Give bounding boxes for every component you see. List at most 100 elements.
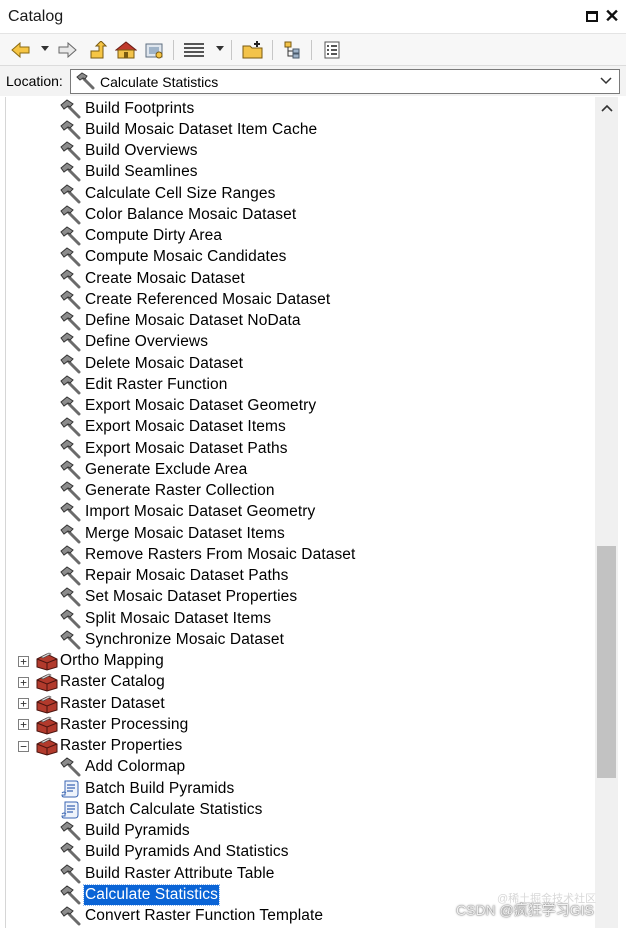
hammer-icon [60,459,84,480]
tool-item[interactable]: Build Overviews [60,141,199,162]
tool-item[interactable]: Repair Mosaic Dataset Paths [60,566,289,587]
scroll-thumb[interactable] [597,546,616,778]
tool-item[interactable]: Batch Build Pyramids [60,778,235,799]
tree-item-label: Build Footprints [85,99,195,117]
tree-item-label: Raster Catalog [60,673,165,691]
connect-folder-button[interactable] [143,39,165,61]
tree-item-label: Build Pyramids [85,822,190,839]
options-icon [324,41,340,59]
tree-item-label: Build Raster Attribute Table [85,864,275,882]
tool-item[interactable]: Split Mosaic Dataset Items [60,608,272,629]
toolset-item[interactable]: + Raster Catalog [18,672,166,693]
tool-item[interactable]: Export Mosaic Dataset Items [60,417,287,438]
tool-item[interactable]: Generate Raster Collection [60,481,276,502]
tool-item[interactable]: Calculate Statistics [60,883,220,906]
tool-item[interactable]: Build Pyramids [60,821,191,842]
tree-item-label: Batch Calculate Statistics [85,800,263,818]
close-icon: ✕ [604,6,620,26]
tree-item-label: Compute Dirty Area [85,227,223,244]
location-value: Calculate Statistics [100,74,219,90]
forward-button[interactable] [56,39,78,61]
tree-item-label: Build Seamlines [85,163,198,181]
panel-title-bar[interactable]: Catalog ✕ [0,0,626,34]
hammer-icon [60,289,84,310]
tool-item[interactable]: Batch Calculate Statistics [60,799,263,820]
tool-item[interactable]: Edit Raster Function [60,374,228,395]
tool-item[interactable]: Generate Exclude Area [60,459,248,480]
tool-item[interactable]: Build Pyramids And Statistics [60,842,290,863]
tree-item-label: Remove Rasters From Mosaic Dataset [85,545,356,563]
restore-button[interactable] [584,8,600,24]
location-combobox[interactable]: Calculate Statistics [70,69,620,94]
add-item-button[interactable] [242,39,264,61]
tool-item[interactable]: Define Mosaic Dataset NoData [60,311,302,332]
connect-folder-icon [145,43,163,59]
tool-item[interactable]: Color Balance Mosaic Dataset [60,204,297,225]
hammer-icon [60,247,84,268]
up-one-level-button[interactable] [88,39,110,61]
tool-item[interactable]: Export Mosaic Dataset Paths [60,438,289,459]
tree-item-label: Synchronize Mosaic Dataset [85,630,285,648]
options-button[interactable] [321,39,343,61]
view-dropdown-button[interactable] [216,46,224,51]
hammer-icon [60,311,84,332]
expand-toggle[interactable]: + [18,698,29,709]
expand-toggle[interactable]: + [18,676,29,688]
hammer-icon [60,438,84,459]
toolset-icon [35,736,59,757]
tree-item-label: Color Balance Mosaic Dataset [85,205,297,223]
tool-item[interactable]: Calculate Cell Size Ranges [60,183,276,204]
toolset-item[interactable]: + Ortho Mapping [18,651,165,672]
tree-item-label: Convert Raster Function Template [85,907,324,924]
back-icon [11,42,30,58]
home-folder-icon [115,41,137,59]
scroll-up-button[interactable] [595,97,618,119]
tree-item-label: Add Colormap [85,758,186,776]
toggle-contents-button[interactable] [282,39,304,61]
tree-item-label: Generate Exclude Area [85,460,248,478]
add-item-icon [242,41,263,59]
collapse-toggle[interactable]: − [18,740,29,752]
hammer-icon [60,502,84,523]
tool-item[interactable]: Create Referenced Mosaic Dataset [60,289,331,310]
tree-item-label: Export Mosaic Dataset Items [85,418,286,436]
tree-item-label: Merge Mosaic Dataset Items [85,524,285,542]
back-dropdown-button[interactable] [41,46,49,51]
tool-item[interactable]: Compute Dirty Area [60,226,223,247]
expand-toggle[interactable]: + [18,719,29,731]
tool-item[interactable]: Build Mosaic Dataset Item Cache [60,119,318,140]
tree-item-label: Build Overviews [85,142,198,159]
script-icon [60,778,84,799]
tool-item[interactable]: Compute Mosaic Candidates [60,247,288,268]
tool-item[interactable]: Export Mosaic Dataset Geometry [60,396,317,417]
expand-toggle[interactable]: + [18,655,29,667]
toolset-icon [35,693,59,714]
tool-item[interactable]: Remove Rasters From Mosaic Dataset [60,544,356,565]
view-details-button[interactable] [183,39,205,61]
home-folder-button[interactable] [115,39,137,61]
toolset-item[interactable]: + Raster Dataset [18,693,166,714]
tool-item[interactable]: Synchronize Mosaic Dataset [60,629,285,650]
tree-item-label: Export Mosaic Dataset Paths [85,439,288,457]
back-button[interactable] [10,39,32,61]
hammer-icon [60,396,84,417]
tool-item[interactable]: Import Mosaic Dataset Geometry [60,502,316,523]
close-button[interactable]: ✕ [604,6,620,26]
tool-item[interactable]: Build Seamlines [60,162,199,183]
hammer-icon [60,268,84,289]
toolset-item[interactable]: + Raster Processing [18,714,189,735]
tool-item[interactable]: Set Mosaic Dataset Properties [60,587,298,608]
tool-item[interactable]: Delete Mosaic Dataset [60,353,244,374]
tool-item[interactable]: Build Footprints [60,98,195,119]
tool-item[interactable]: Merge Mosaic Dataset Items [60,523,286,544]
tool-item[interactable]: Build Raster Attribute Table [60,863,275,884]
tool-item[interactable]: Create Mosaic Dataset [60,268,246,289]
vertical-scrollbar[interactable] [595,97,618,928]
chevron-down-icon[interactable] [599,74,613,92]
tool-item[interactable]: Define Overviews [60,332,209,353]
toolset-item[interactable]: − Raster Properties [18,736,183,757]
tree-item-label: Repair Mosaic Dataset Paths [85,567,289,584]
tool-item[interactable]: Convert Raster Function Template [60,906,324,927]
tool-item[interactable]: Add Colormap [60,757,186,778]
catalog-tree[interactable]: Build Footprints Build Mosaic Dataset Ite… [5,97,595,928]
